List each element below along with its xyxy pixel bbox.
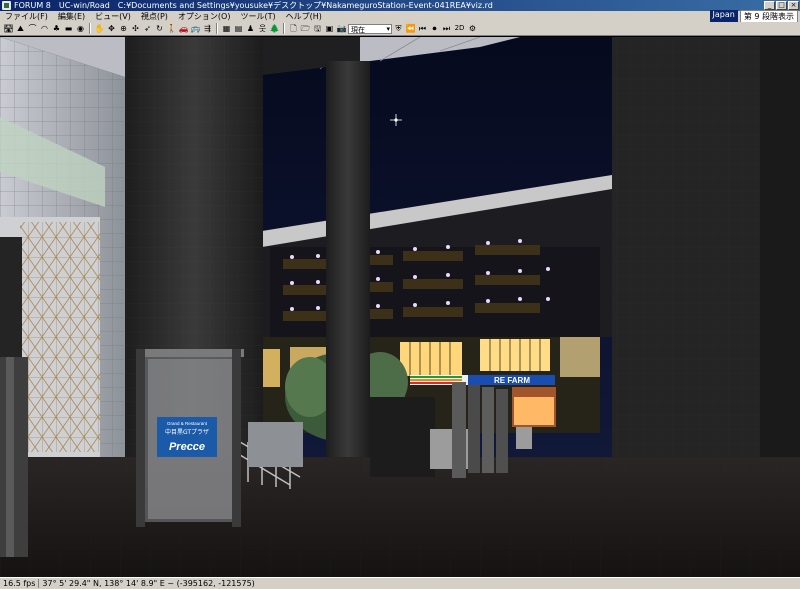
person-icon[interactable]: ♟ bbox=[245, 23, 256, 34]
product-name: UC-win/Road bbox=[58, 1, 110, 10]
settings-icon[interactable]: ⚙ bbox=[467, 23, 478, 34]
title-bar: FORUM 8 UC-win/Road C:¥Documents and Set… bbox=[0, 0, 800, 11]
drive-icon[interactable]: 🚗 bbox=[178, 23, 189, 34]
menu-file[interactable]: ファイル(F) bbox=[0, 11, 53, 22]
menu-tools[interactable]: ツール(T) bbox=[235, 11, 280, 22]
open-icon[interactable]: 🗁 bbox=[300, 23, 311, 34]
close-button[interactable]: × bbox=[788, 1, 799, 10]
prev-icon[interactable]: ⏮ bbox=[417, 23, 428, 34]
viewpoint-select[interactable]: 現在 bbox=[348, 23, 392, 34]
table-icon[interactable]: ▤ bbox=[233, 23, 244, 34]
menu-help[interactable]: ヘルプ(H) bbox=[281, 11, 327, 22]
menu-options[interactable]: オプション(O) bbox=[173, 11, 236, 22]
app-icon bbox=[2, 1, 11, 10]
sign-text-line1: Grand & Restaurant bbox=[167, 421, 208, 426]
store-sign: RE FARM bbox=[494, 376, 530, 385]
figure-icon[interactable]: 웃 bbox=[257, 23, 268, 34]
coordinate-readout: 37° 5' 29.4" N, 138° 14' 8.9" E ~ (-3951… bbox=[42, 579, 255, 588]
tree-icon[interactable]: ♣ bbox=[51, 23, 62, 34]
screenshot-icon[interactable]: ▣ bbox=[324, 23, 335, 34]
status-bar: 16.5 fps 37° 5' 29.4" N, 138° 14' 8.9" E… bbox=[0, 577, 800, 589]
3d-viewport[interactable]: RE FARM Grand & Restaurant 中目黒GTプラザ Prec… bbox=[0, 37, 800, 577]
bridge-icon[interactable]: ⌒ bbox=[27, 23, 38, 34]
tunnel-icon[interactable]: ◠ bbox=[39, 23, 50, 34]
window-controls: _ □ × bbox=[764, 1, 800, 10]
car-icon[interactable]: ▬ bbox=[63, 23, 74, 34]
left-post bbox=[0, 357, 28, 557]
fly-icon[interactable]: ➶ bbox=[142, 23, 153, 34]
hand-icon[interactable]: ✋ bbox=[94, 23, 105, 34]
zoom-icon[interactable]: ⊕ bbox=[118, 23, 129, 34]
camera-icon[interactable]: 📷 bbox=[336, 23, 347, 34]
next-icon[interactable]: ⏭ bbox=[441, 23, 452, 34]
move-icon[interactable]: ✣ bbox=[130, 23, 141, 34]
app-name: FORUM 8 bbox=[14, 1, 51, 10]
plant-icon[interactable]: 🌲 bbox=[269, 23, 280, 34]
fps-readout: 16.5 fps bbox=[0, 579, 40, 588]
sign-board: Grand & Restaurant 中目黒GTプラザ Precce bbox=[136, 349, 244, 527]
shield-icon[interactable]: ⛨ bbox=[393, 23, 404, 34]
maximize-button[interactable]: □ bbox=[776, 1, 787, 10]
walk-icon[interactable]: 🚶 bbox=[166, 23, 177, 34]
grid-icon[interactable]: ▦ bbox=[221, 23, 232, 34]
save-icon[interactable]: 🖫 bbox=[312, 23, 323, 34]
file-path: C:¥Documents and Settings¥yousuke¥デスクトップ… bbox=[117, 1, 493, 10]
rotate-icon[interactable]: ↻ bbox=[154, 23, 165, 34]
road-icon[interactable]: 🛣 bbox=[3, 23, 14, 34]
record-icon[interactable]: ⏺ bbox=[429, 23, 440, 34]
mode-2d-button[interactable]: 2D bbox=[453, 23, 466, 34]
terrain-icon[interactable]: ⛰ bbox=[15, 23, 26, 34]
pan-icon[interactable]: ✥ bbox=[106, 23, 117, 34]
toolbar-separator bbox=[283, 23, 285, 34]
menu-bar: ファイル(F) 編集(E) ビュー(V) 視点(P) オプション(O) ツール(… bbox=[0, 10, 800, 23]
toolbar-separator bbox=[216, 23, 218, 34]
sign-text-line2: 中目黒GTプラザ bbox=[165, 428, 209, 436]
track-icon[interactable]: ⇶ bbox=[202, 23, 213, 34]
new-icon[interactable]: 🗋 bbox=[288, 23, 299, 34]
toolbar-separator bbox=[89, 23, 91, 34]
menu-view[interactable]: ビュー(V) bbox=[90, 11, 136, 22]
bus-icon[interactable]: 🚌 bbox=[190, 23, 201, 34]
sign-text-brand: Precce bbox=[169, 441, 205, 453]
minimize-button[interactable]: _ bbox=[764, 1, 775, 10]
menu-viewpoint[interactable]: 視点(P) bbox=[136, 11, 173, 22]
palette-icon[interactable]: ◉ bbox=[75, 23, 86, 34]
pillar-center bbox=[326, 61, 370, 481]
rewind-icon[interactable]: ⏪ bbox=[405, 23, 416, 34]
menu-edit[interactable]: 編集(E) bbox=[53, 11, 90, 22]
scene-render: RE FARM Grand & Restaurant 中目黒GTプラザ Prec… bbox=[0, 37, 800, 577]
toolbar: 🛣 ⛰ ⌒ ◠ ♣ ▬ ◉ ✋ ✥ ⊕ ✣ ➶ ↻ 🚶 🚗 🚌 ⇶ ▦ ▤ ♟ … bbox=[0, 22, 800, 36]
